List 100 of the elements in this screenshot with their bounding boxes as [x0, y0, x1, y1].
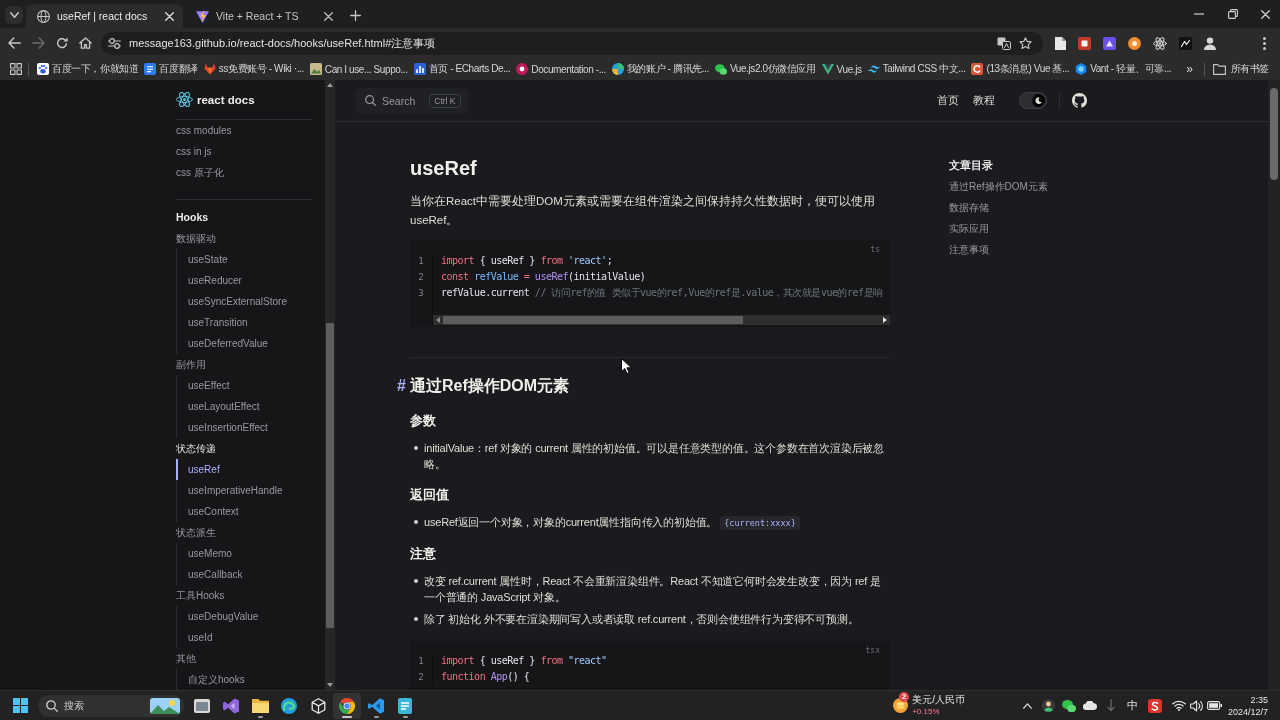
sidebar-item[interactable]: 自定义hooks — [176, 669, 245, 690]
toc-link[interactable]: 实际应用 — [949, 218, 989, 239]
bookmark[interactable]: Can I use... Suppo... — [306, 63, 411, 75]
sidebar-item[interactable]: useContext — [176, 501, 239, 522]
scrollbar-thumb[interactable] — [443, 316, 743, 324]
new-tab-icon[interactable] — [350, 10, 361, 21]
circle-icon[interactable] — [1128, 36, 1141, 50]
sidebar-item[interactable]: useSyncExternalStore — [176, 291, 287, 312]
speaker-icon[interactable] — [1189, 699, 1203, 712]
triangle-up-icon[interactable] — [327, 83, 333, 87]
more-bookmarks-button[interactable]: » — [1181, 62, 1198, 76]
bookmark[interactable]: Vue.js — [818, 63, 865, 75]
apps-grid-icon[interactable] — [10, 63, 22, 75]
arrow-down-icon[interactable] — [1107, 699, 1116, 712]
tile-icon[interactable] — [1148, 698, 1163, 713]
chat-icon[interactable] — [1062, 699, 1077, 712]
nav-link[interactable]: 教程 — [973, 93, 995, 108]
scrollbar[interactable] — [1268, 80, 1280, 690]
sidebar-item[interactable]: useTransition — [176, 312, 248, 333]
avatar-icon[interactable] — [1041, 699, 1055, 712]
site-title[interactable]: react docs — [197, 93, 255, 106]
triangle-down-icon[interactable] — [327, 683, 333, 687]
sidebar-group: 其他 — [176, 648, 196, 669]
sidebar-item[interactable]: css in js — [176, 141, 212, 162]
close-icon[interactable] — [324, 11, 333, 21]
theme-switch[interactable] — [1019, 92, 1047, 109]
toc-link[interactable]: 注意事项 — [949, 239, 989, 260]
cloud-icon[interactable] — [1083, 701, 1098, 710]
scrollbar[interactable] — [325, 80, 335, 690]
bookmark[interactable]: (13条消息) Vue 基... — [968, 62, 1073, 76]
search-field[interactable]: 搜索 — [64, 700, 144, 711]
sidebar-item[interactable]: useEffect — [176, 375, 230, 396]
sidebar-item[interactable]: useLayoutEffect — [176, 396, 260, 417]
github-icon[interactable] — [1072, 93, 1087, 108]
close-icon[interactable] — [165, 11, 174, 21]
triangle-right-icon[interactable] — [883, 317, 887, 323]
search-button[interactable]: Search Ctrl K — [356, 87, 468, 114]
bookmark[interactable]: Tailwind CSS 中文... — [864, 62, 969, 76]
toc-link[interactable]: 通过Ref操作DOM元素 — [949, 176, 1048, 197]
scrollbar-thumb[interactable] — [1270, 88, 1278, 180]
browser-tab[interactable]: useRef | react docs — [26, 4, 183, 28]
tab-list-button[interactable] — [5, 6, 23, 24]
tile-icon[interactable] — [1179, 36, 1192, 50]
windows-icon[interactable] — [13, 698, 28, 713]
sidebar-item[interactable]: useState — [176, 249, 228, 270]
site-settings-icon[interactable] — [108, 37, 121, 49]
reload-icon[interactable] — [56, 37, 68, 49]
input-method-indicator[interactable]: 中 — [1121, 698, 1143, 713]
toc-link[interactable]: 数据存储 — [949, 197, 989, 218]
bookmark[interactable]: 我的账户 - 腾讯先... — [608, 62, 712, 76]
sidebar-item[interactable]: useId — [176, 627, 213, 648]
bookmark-folder[interactable]: 所有书签 — [1209, 62, 1272, 76]
bullet-icon — [414, 617, 418, 621]
bookmark[interactable]: 百度翻译 — [141, 62, 201, 76]
sidebar-item[interactable]: useRef — [176, 459, 220, 480]
close-icon[interactable] — [1260, 9, 1270, 19]
bookmark[interactable]: 百度一下，你就知道 — [34, 62, 142, 76]
wifi-icon[interactable] — [1171, 700, 1186, 711]
bookmark[interactable]: Vue.js2.0仿微信应用 — [711, 62, 819, 76]
taskbar-button[interactable] — [333, 692, 361, 719]
anchor-link[interactable]: # — [397, 375, 407, 397]
star-icon[interactable] — [1019, 36, 1032, 50]
tile-icon[interactable] — [1078, 36, 1091, 50]
keyboard-shortcut: Ctrl K — [429, 93, 461, 108]
person-icon[interactable] — [1204, 36, 1216, 50]
triangle-left-icon[interactable] — [436, 317, 440, 323]
address-field[interactable]: message163.github.io/react-docs/hooks/useRef.html#注意事项 — [101, 31, 1043, 55]
sidebar-item[interactable]: useReducer — [176, 270, 242, 291]
coin-icon[interactable] — [893, 698, 909, 713]
back-icon[interactable] — [8, 37, 21, 49]
scrollbar[interactable] — [433, 315, 890, 325]
restore-icon[interactable] — [1228, 9, 1238, 19]
scrollbar-thumb[interactable] — [326, 323, 334, 628]
nav-link[interactable]: 首页 — [937, 93, 959, 108]
bookmark[interactable]: 首页 - ECharts De... — [410, 62, 514, 76]
home-icon[interactable] — [79, 37, 92, 49]
sidebar-item[interactable]: useImperativeHandle — [176, 480, 283, 501]
clock-date[interactable]: 2024/12/7 — [1227, 705, 1268, 718]
browser-tab[interactable]: Vite + React + TS — [185, 4, 342, 28]
sidebar-item[interactable]: css 原子化 — [176, 162, 224, 183]
battery-icon[interactable] — [1206, 701, 1222, 710]
sidebar-item[interactable]: useInsertionEffect — [176, 417, 268, 438]
cube-icon — [310, 697, 326, 714]
bookmark[interactable]: ss免费账号 - Wiki ·... — [200, 62, 307, 76]
bookmark[interactable]: Vant - 轻量、可靠... — [1072, 62, 1175, 76]
sidebar-item[interactable]: useMemo — [176, 543, 232, 564]
sidebar-item[interactable]: useDeferredValue — [176, 333, 268, 354]
search-box[interactable]: 搜索 — [38, 694, 184, 717]
translate-icon[interactable] — [997, 36, 1011, 50]
more-icon[interactable] — [1263, 36, 1266, 50]
tile-icon[interactable] — [1103, 36, 1116, 50]
widget-title[interactable]: 美元/人民币 — [912, 693, 965, 706]
bookmark[interactable]: Documentation -... — [513, 63, 609, 75]
atom-icon[interactable] — [1153, 36, 1167, 50]
chevron-up-icon[interactable] — [1022, 702, 1032, 709]
sidebar-item[interactable]: useDebugValue — [176, 606, 259, 627]
sidebar-item[interactable]: css modules — [176, 120, 232, 141]
page-icon[interactable] — [1055, 36, 1066, 50]
sidebar-item[interactable]: useCallback — [176, 564, 243, 585]
clock-time[interactable]: 2:35 — [1250, 693, 1268, 706]
